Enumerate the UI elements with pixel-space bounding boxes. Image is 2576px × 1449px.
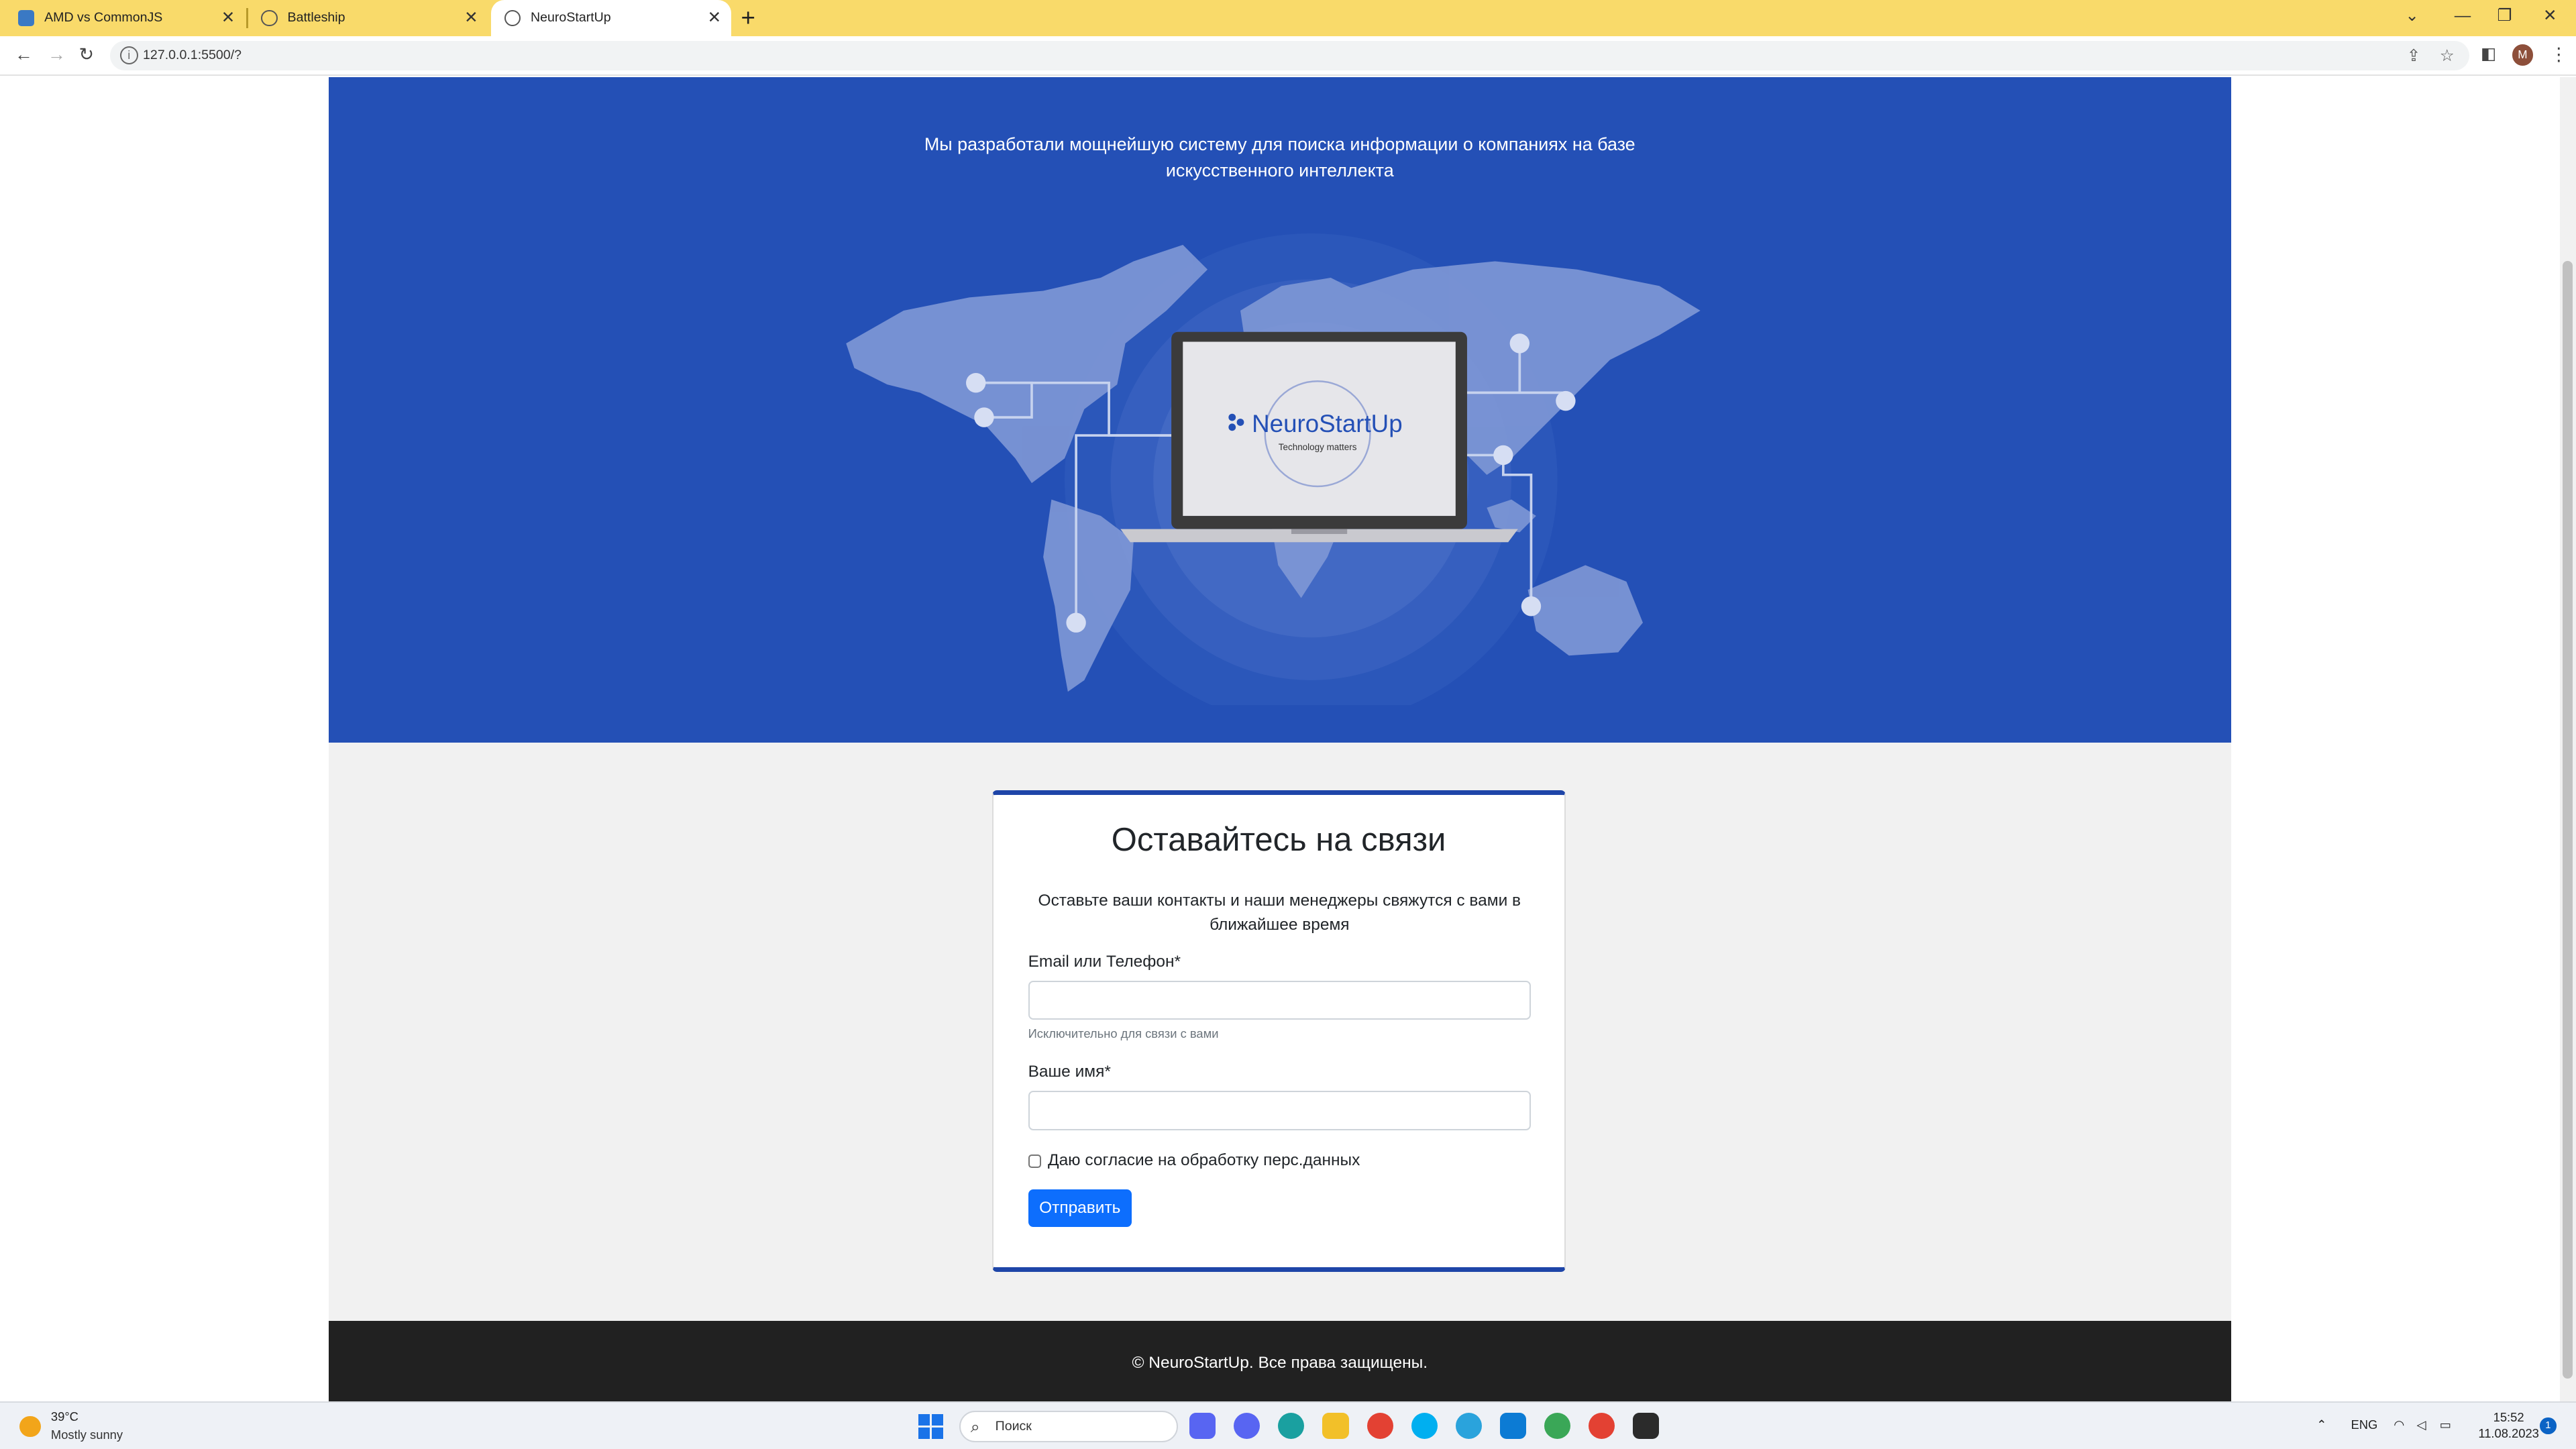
contact-card: Оставайтесь на связи Оставьте ваши конта… (992, 790, 1566, 1272)
tab-amd-vs-commonjs[interactable]: AMD vs CommonJS ✕ (5, 0, 245, 36)
notification-badge[interactable]: 1 (2540, 1417, 2557, 1434)
consent-label[interactable]: Даю согласие на обработку перс.данных (1048, 1151, 1360, 1170)
start-button[interactable] (918, 1414, 943, 1439)
laptop-tagline: Technology matters (1279, 442, 1357, 452)
chrome-profile-icon[interactable] (1544, 1412, 1571, 1439)
weather-description[interactable]: Mostly sunny (51, 1428, 123, 1442)
globe-icon (17, 9, 35, 27)
tab-neurostartup[interactable]: NeuroStartUp ✕ (491, 0, 731, 36)
search-icon: ⌕ (970, 1417, 980, 1436)
page-footer: © NeuroStartUp. Все права защищены. (328, 1320, 2231, 1401)
close-tab-icon[interactable]: ✕ (221, 8, 235, 28)
side-panel-icon[interactable]: ◧ (2481, 43, 2496, 66)
laptop-illustration: NeuroStartUp Technology matters (1120, 331, 1518, 543)
chat-app-icon[interactable] (1189, 1412, 1216, 1439)
footer-copyright: © NeuroStartUp. Все права защищены. (1132, 1353, 1428, 1372)
submit-button[interactable]: Отправить (1028, 1189, 1132, 1228)
taskbar-clock[interactable]: 15:52 11.08.2023 (2474, 1409, 2543, 1442)
page-viewport: Мы разработали мощнейшую систему для пои… (0, 77, 2576, 1401)
discord-icon[interactable] (1234, 1412, 1260, 1439)
laptop-brand: NeuroStartUp (1252, 410, 1403, 437)
windows-taskbar: 39°C Mostly sunny ⌕ Поиск ⌃ ENG ◠ ◁ ▭ 15… (0, 1401, 2576, 1449)
file-explorer-icon[interactable] (1322, 1412, 1349, 1439)
email-field[interactable] (1028, 980, 1531, 1020)
avatar[interactable]: M (2512, 44, 2534, 66)
menu-kebab-icon[interactable]: ⋮ (2550, 43, 2568, 66)
world-map-illustration: NeuroStartUp Technology matters (846, 233, 1701, 705)
terminal-icon[interactable] (1633, 1412, 1660, 1439)
email-label: Email или Телефон* (1028, 953, 1181, 971)
clock-date: 11.08.2023 (2478, 1426, 2539, 1441)
site-info-icon[interactable]: i (119, 46, 138, 64)
consent-checkbox[interactable] (1028, 1155, 1042, 1168)
taskbar-search[interactable]: ⌕ Поиск (959, 1411, 1178, 1442)
hero-text: Мы разработали мощнейшую систему для пои… (924, 133, 1635, 181)
close-window-icon[interactable]: ✕ (2543, 5, 2557, 28)
contact-title: Оставайтесь на связи (1111, 822, 1446, 859)
tab-battleship[interactable]: Battleship ✕ (248, 0, 488, 36)
reload-icon[interactable]: ↻ (79, 43, 95, 66)
page-scrollbar[interactable] (2559, 77, 2576, 1401)
contact-section: Оставайтесь на связи Оставьте ваши конта… (328, 742, 2231, 1321)
skype-icon[interactable] (1411, 1412, 1438, 1439)
weather-sun-icon[interactable] (19, 1415, 42, 1438)
chrome-icon[interactable] (1366, 1412, 1393, 1439)
close-tab-icon[interactable]: ✕ (708, 8, 722, 28)
hero-section: Мы разработали мощнейшую систему для пои… (328, 77, 2231, 743)
logo-dot-icon (1236, 418, 1244, 426)
address-bar[interactable]: i 127.0.0.1:5500/? ⇪ ☆ (110, 41, 2469, 71)
logo-dot-icon (1228, 413, 1236, 421)
logo-dot-icon (1228, 423, 1236, 431)
telegram-icon[interactable] (1455, 1412, 1482, 1439)
tab-title: NeuroStartUp (531, 10, 611, 25)
weather-temperature[interactable]: 39°C (51, 1409, 78, 1424)
restore-icon[interactable]: ❐ (2497, 5, 2512, 28)
share-icon[interactable]: ⇪ (2407, 46, 2421, 66)
language-indicator[interactable]: ENG (2351, 1417, 2378, 1432)
tab-title: Battleship (287, 10, 345, 25)
vscode-icon[interactable] (1499, 1412, 1527, 1439)
scrollbar-thumb[interactable] (2563, 261, 2573, 1379)
minimize-icon[interactable]: — (2455, 5, 2471, 28)
windows-logo-icon (918, 1414, 930, 1426)
wifi-icon[interactable]: ◠ (2394, 1417, 2404, 1432)
browser-toolbar: ← → ↻ i 127.0.0.1:5500/? ⇪ ☆ ◧ M ⋮ (0, 36, 2576, 76)
url-text: 127.0.0.1:5500/? (143, 48, 242, 62)
back-icon[interactable]: ← (15, 43, 33, 66)
globe-icon (261, 9, 278, 27)
forward-icon[interactable]: → (48, 43, 66, 66)
tab-title: AMD vs CommonJS (44, 10, 163, 25)
close-tab-icon[interactable]: ✕ (464, 8, 478, 28)
globe-icon (504, 9, 521, 27)
battery-icon[interactable]: ▭ (2440, 1417, 2451, 1432)
edge-icon[interactable] (1278, 1412, 1305, 1439)
contact-lead: Оставьте ваши контакты и наши менеджеры … (1038, 891, 1521, 934)
bookmark-star-icon[interactable]: ☆ (2440, 46, 2455, 66)
chrome-profile-icon[interactable] (1589, 1412, 1615, 1439)
email-help-text: Исключительно для связи с вами (1028, 1026, 1219, 1041)
volume-icon[interactable]: ◁ (2416, 1417, 2426, 1432)
tray-chevron-up-icon[interactable]: ⌃ (2316, 1417, 2326, 1432)
chevron-down-icon[interactable]: ⌄ (2405, 5, 2419, 28)
browser-tab-strip: AMD vs CommonJS ✕ Battleship ✕ NeuroStar… (0, 0, 2576, 36)
name-field[interactable] (1028, 1090, 1531, 1130)
clock-time: 15:52 (2493, 1409, 2524, 1424)
search-placeholder: Поиск (995, 1419, 1032, 1434)
new-tab-button[interactable]: + (741, 3, 755, 33)
name-label: Ваше имя* (1028, 1063, 1111, 1081)
